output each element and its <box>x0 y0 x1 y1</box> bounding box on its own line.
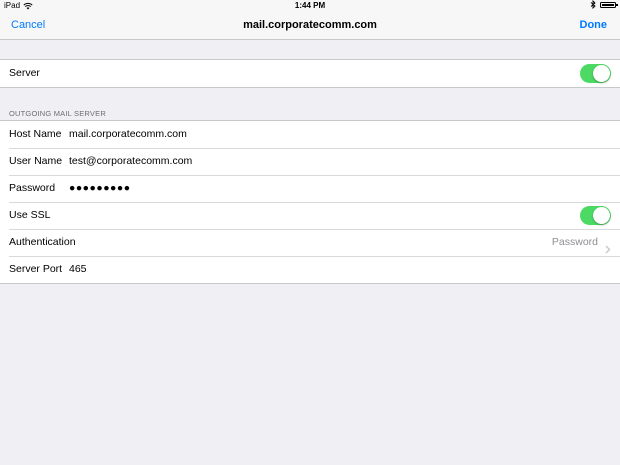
authentication-row[interactable]: Authentication Password <box>0 229 620 256</box>
cancel-button[interactable]: Cancel <box>11 12 45 40</box>
server-row: Server <box>0 60 620 87</box>
user-name-row[interactable]: User Name test@corporatecomm.com <box>0 148 620 175</box>
status-bar: iPad 1:44 PM <box>0 0 620 12</box>
user-name-label: User Name <box>9 155 63 167</box>
use-ssl-label: Use SSL <box>9 209 51 221</box>
password-row[interactable]: Password ●●●●●●●●● <box>0 175 620 202</box>
server-port-label: Server Port <box>9 263 63 275</box>
host-name-field[interactable]: mail.corporatecomm.com <box>69 121 187 148</box>
authentication-value: Password <box>551 236 598 248</box>
server-group: Server <box>0 59 620 88</box>
section-header-outgoing: OUTGOING MAIL SERVER <box>9 109 106 118</box>
host-name-label: Host Name <box>9 128 62 140</box>
server-toggle[interactable] <box>580 64 611 83</box>
password-field[interactable]: ●●●●●●●●● <box>69 175 131 202</box>
done-button[interactable]: Done <box>580 12 608 40</box>
status-time: 1:44 PM <box>294 1 326 10</box>
password-label: Password <box>9 182 56 194</box>
server-label: Server <box>9 67 40 79</box>
host-name-row[interactable]: Host Name mail.corporatecomm.com <box>0 121 620 148</box>
page-title: mail.corporatecomm.com <box>243 19 377 31</box>
server-port-row[interactable]: Server Port 465 <box>0 256 620 283</box>
server-port-field[interactable]: 465 <box>69 256 87 283</box>
navigation-bar: mail.corporatecomm.com Cancel Done <box>0 12 620 40</box>
user-name-field[interactable]: test@corporatecomm.com <box>69 148 192 175</box>
use-ssl-row: Use SSL <box>0 202 620 229</box>
bluetooth-icon <box>590 0 596 9</box>
status-right <box>590 0 618 9</box>
use-ssl-toggle-knob <box>593 207 610 224</box>
server-toggle-knob <box>593 65 610 82</box>
battery-icon <box>600 1 618 8</box>
authentication-label: Authentication <box>9 236 76 248</box>
use-ssl-toggle[interactable] <box>580 206 611 225</box>
outgoing-mail-server-group: Host Name mail.corporatecomm.com User Na… <box>0 120 620 284</box>
